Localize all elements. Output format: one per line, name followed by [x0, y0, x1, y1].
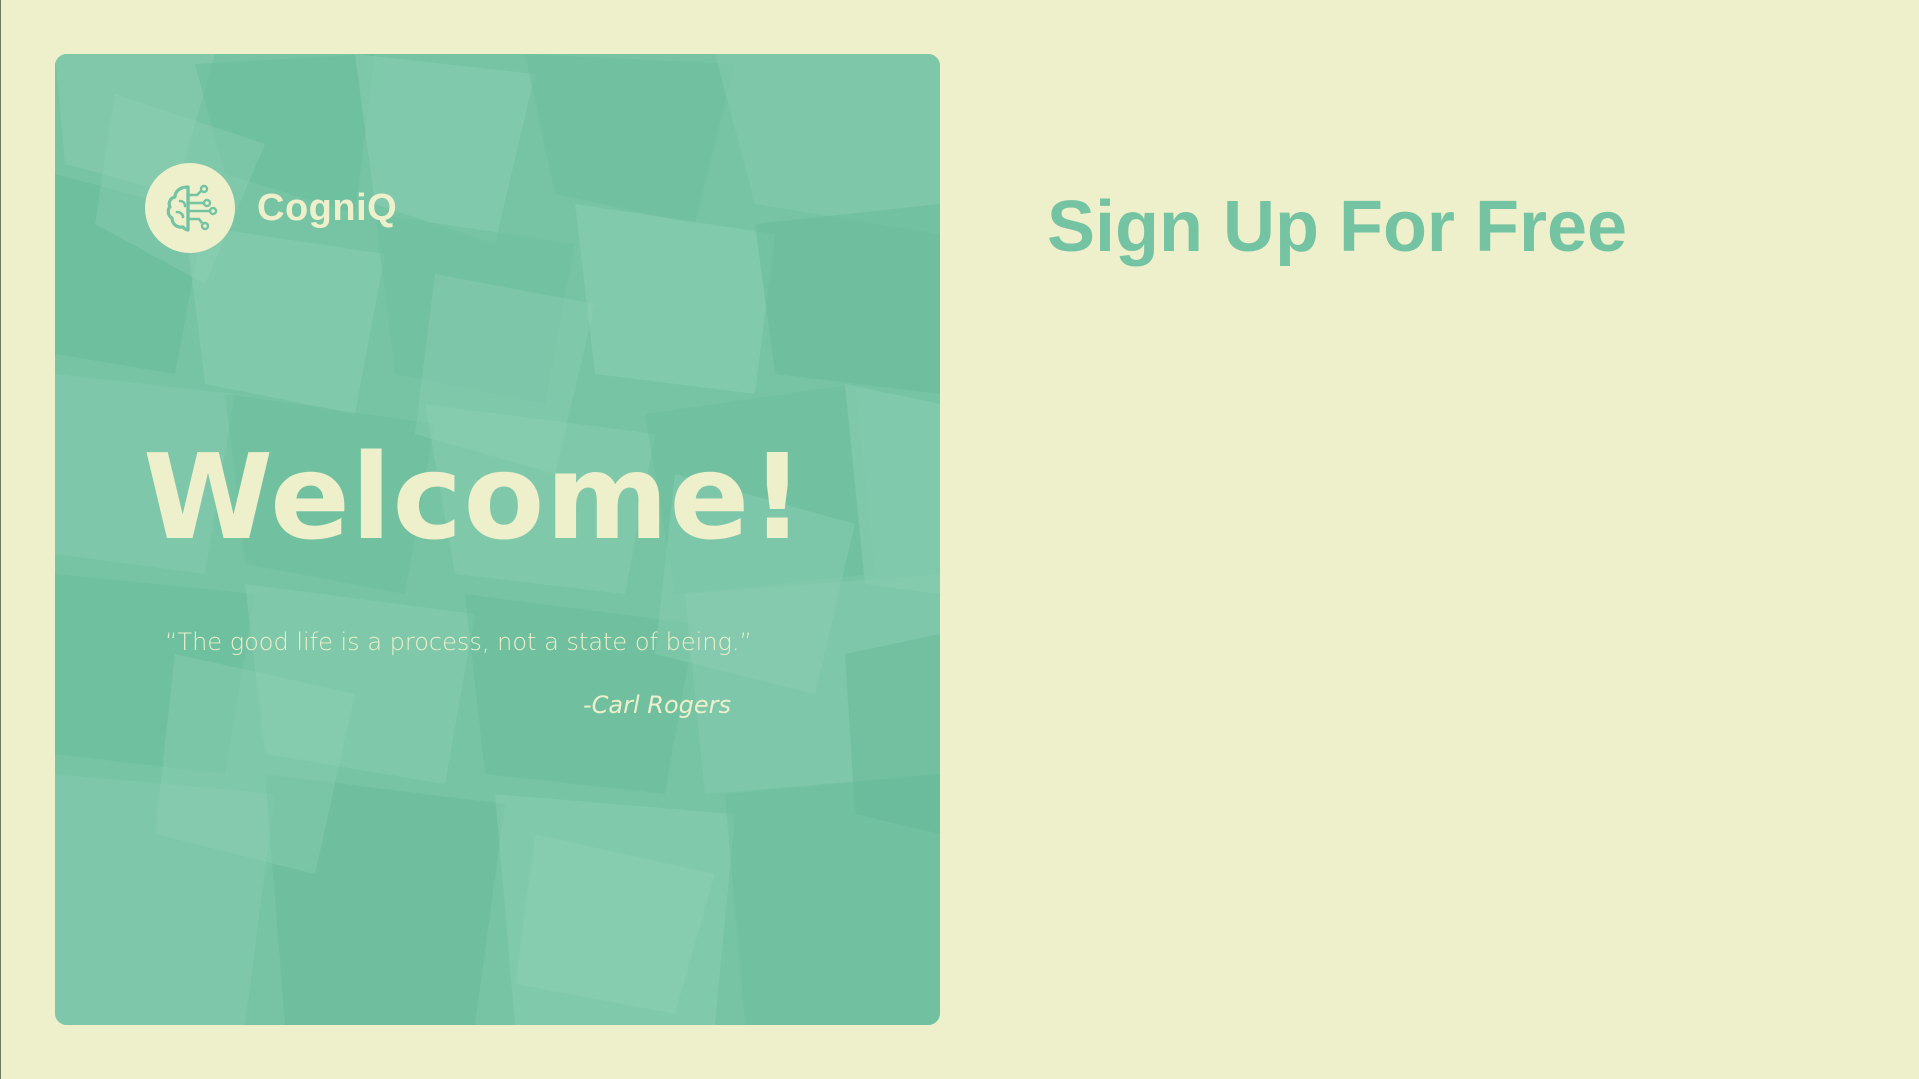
- quote-text: “The good life is a process, not a state…: [165, 628, 752, 656]
- brand-name: CogniQ: [257, 186, 398, 229]
- hero-panel: CogniQ Welcome! “The good life is a proc…: [55, 54, 940, 1025]
- welcome-heading: Welcome!: [143, 428, 806, 566]
- signup-title: Sign Up For Free: [1047, 187, 1628, 267]
- brand[interactable]: CogniQ: [145, 163, 397, 253]
- window-edge: [0, 0, 1, 1079]
- quote-author: -Carl Rogers: [583, 691, 732, 719]
- brain-circuit-icon: [145, 163, 235, 253]
